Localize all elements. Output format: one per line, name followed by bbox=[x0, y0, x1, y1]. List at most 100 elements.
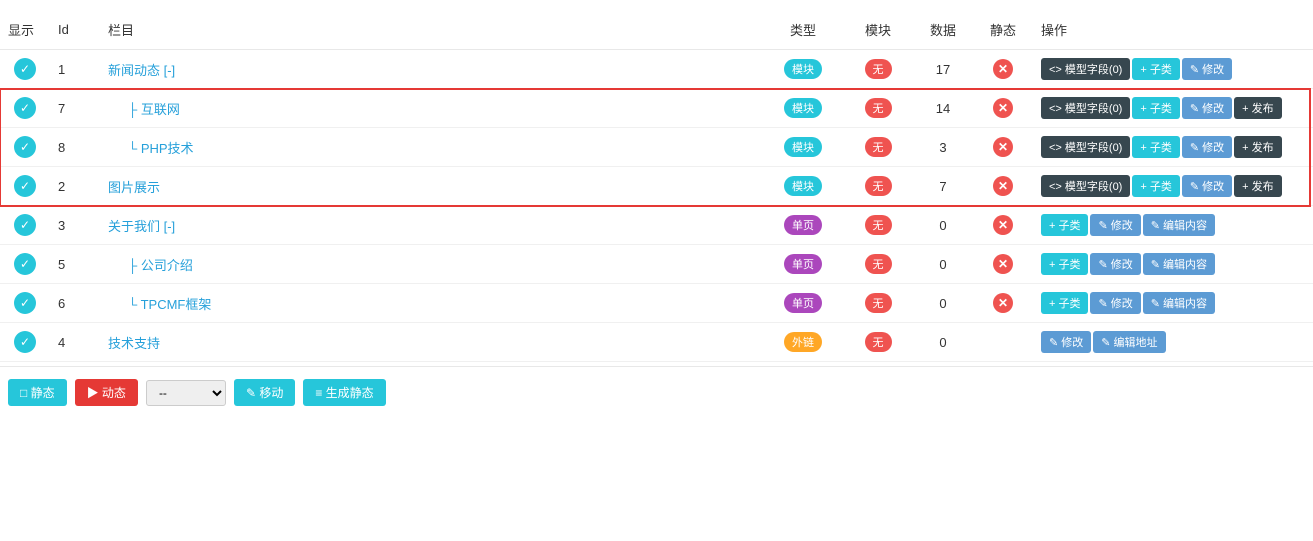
table-row: ✓4技术支持外链无0✎ 修改✎ 编辑地址 bbox=[0, 323, 1313, 362]
data-count: 0 bbox=[913, 284, 973, 323]
check-icon[interactable]: ✓ bbox=[14, 253, 36, 275]
type-badge: 单页 bbox=[784, 293, 822, 313]
static-x-icon[interactable]: ✕ bbox=[993, 98, 1013, 118]
action-btn-----[interactable]: ✎ 编辑内容 bbox=[1143, 253, 1215, 275]
static-button[interactable]: □ 静态 bbox=[8, 379, 67, 406]
action-cell: <> 模型字段(0)+ 子类✎ 修改+ 发布 bbox=[1033, 89, 1313, 128]
check-icon[interactable]: ✓ bbox=[14, 175, 36, 197]
module-badge: 无 bbox=[865, 215, 892, 235]
table-row: ✓ 8 └ PHP技术 模块 无 3 ✕ <> 模型字段(0)+ 子类✎ 修改+ 发布 bbox=[0, 128, 1313, 167]
type-badge: 模块 bbox=[784, 137, 822, 157]
action-btn-----[interactable]: ✎ 编辑内容 bbox=[1143, 292, 1215, 314]
column-name-link[interactable]: 关于我们 [-] bbox=[108, 219, 175, 234]
action-btn---[interactable]: ✎ 修改 bbox=[1182, 97, 1232, 119]
action-btn----[interactable]: + 子类 bbox=[1041, 214, 1088, 236]
type-badge: 单页 bbox=[784, 254, 822, 274]
header-id: Id bbox=[50, 10, 100, 50]
static-x-icon[interactable]: ✕ bbox=[993, 176, 1013, 196]
column-name-link[interactable]: ├ 互联网 bbox=[108, 102, 180, 117]
check-icon[interactable]: ✓ bbox=[14, 136, 36, 158]
column-name-link[interactable]: 技术支持 bbox=[108, 336, 160, 351]
check-icon[interactable]: ✓ bbox=[14, 331, 36, 353]
header-static: 静态 bbox=[973, 10, 1033, 50]
action-btn------0-[interactable]: <> 模型字段(0) bbox=[1041, 175, 1130, 197]
header-display: 显示 bbox=[0, 10, 50, 50]
action-btn----[interactable]: + 子类 bbox=[1041, 292, 1088, 314]
module-badge: 无 bbox=[865, 176, 892, 196]
check-icon[interactable]: ✓ bbox=[14, 292, 36, 314]
table-row: ✓1新闻动态 [-]模块无17✕<> 模型字段(0)+ 子类✎ 修改 bbox=[0, 50, 1313, 89]
check-icon[interactable]: ✓ bbox=[14, 214, 36, 236]
action-btn---[interactable]: ✎ 修改 bbox=[1090, 253, 1140, 275]
table-row: ✓ 5 ├ 公司介绍 单页 无 0 ✕ + 子类✎ 修改✎ 编辑内容 bbox=[0, 245, 1313, 284]
action-btn------0-[interactable]: <> 模型字段(0) bbox=[1041, 58, 1130, 80]
action-btn---[interactable]: ✎ 修改 bbox=[1182, 136, 1232, 158]
action-cell: <> 模型字段(0)+ 子类✎ 修改+ 发布 bbox=[1033, 128, 1313, 167]
action-btn---[interactable]: ✎ 修改 bbox=[1182, 175, 1232, 197]
action-cell: + 子类✎ 修改✎ 编辑内容 bbox=[1033, 245, 1313, 284]
action-btn----[interactable]: + 子类 bbox=[1041, 253, 1088, 275]
action-cell: + 子类✎ 修改✎ 编辑内容 bbox=[1033, 206, 1313, 245]
action-btn----[interactable]: + 发布 bbox=[1234, 136, 1281, 158]
static-x-icon[interactable]: ✕ bbox=[993, 137, 1013, 157]
check-icon[interactable]: ✓ bbox=[14, 58, 36, 80]
data-count: 7 bbox=[913, 167, 973, 206]
action-btn------0-[interactable]: <> 模型字段(0) bbox=[1041, 97, 1130, 119]
header-data: 数据 bbox=[913, 10, 973, 50]
static-x-icon[interactable]: ✕ bbox=[993, 215, 1013, 235]
action-btn----[interactable]: + 发布 bbox=[1234, 175, 1281, 197]
row-id: 2 bbox=[50, 167, 100, 206]
action-btn----[interactable]: + 子类 bbox=[1132, 136, 1179, 158]
type-badge: 模块 bbox=[784, 98, 822, 118]
action-btn------0-[interactable]: <> 模型字段(0) bbox=[1041, 136, 1130, 158]
table-row: ✓ 7 ├ 互联网 模块 无 14 ✕ <> 模型字段(0)+ 子类✎ 修改+ 发布 bbox=[0, 89, 1313, 128]
module-badge: 无 bbox=[865, 254, 892, 274]
static-x-icon[interactable]: ✕ bbox=[993, 59, 1013, 79]
data-count: 0 bbox=[913, 245, 973, 284]
action-btn---[interactable]: ✎ 修改 bbox=[1090, 214, 1140, 236]
static-x-icon[interactable]: ✕ bbox=[993, 293, 1013, 313]
check-icon[interactable]: ✓ bbox=[14, 97, 36, 119]
row-id: 7 bbox=[50, 89, 100, 128]
row-id: 3 bbox=[50, 206, 100, 245]
column-name-link[interactable]: └ TPCMF框架 bbox=[108, 297, 211, 312]
data-count: 3 bbox=[913, 128, 973, 167]
module-badge: 无 bbox=[865, 137, 892, 157]
generate-static-button[interactable]: ≡ 生成静态 bbox=[303, 379, 385, 406]
header-name: 栏目 bbox=[100, 10, 763, 50]
type-badge: 模块 bbox=[784, 176, 822, 196]
row-id: 5 bbox=[50, 245, 100, 284]
row-id: 8 bbox=[50, 128, 100, 167]
action-btn-----[interactable]: ✎ 编辑内容 bbox=[1143, 214, 1215, 236]
action-btn---[interactable]: ✎ 修改 bbox=[1041, 331, 1091, 353]
table-row: ✓3关于我们 [-]单页无0✕+ 子类✎ 修改✎ 编辑内容 bbox=[0, 206, 1313, 245]
footer-bar: □ 静态 ▶ 动态 -- ✎ 移动 ≡ 生成静态 bbox=[0, 366, 1313, 418]
column-name-link[interactable]: 图片展示 bbox=[108, 180, 160, 195]
move-select[interactable]: -- bbox=[146, 380, 226, 406]
header-module: 模块 bbox=[843, 10, 913, 50]
column-name-link[interactable]: ├ 公司介绍 bbox=[108, 258, 193, 273]
type-badge: 外链 bbox=[784, 332, 822, 352]
type-badge: 单页 bbox=[784, 215, 822, 235]
table-row: ✓6└ TPCMF框架单页无0✕+ 子类✎ 修改✎ 编辑内容 bbox=[0, 284, 1313, 323]
table-row: ✓ 2 图片展示 模块 无 7 ✕ <> 模型字段(0)+ 子类✎ 修改+ 发布 bbox=[0, 167, 1313, 206]
action-btn---[interactable]: ✎ 修改 bbox=[1182, 58, 1232, 80]
dynamic-button[interactable]: ▶ 动态 bbox=[75, 379, 138, 406]
action-btn-----[interactable]: ✎ 编辑地址 bbox=[1093, 331, 1165, 353]
column-name-link[interactable]: 新闻动态 [-] bbox=[108, 63, 175, 78]
action-btn----[interactable]: + 子类 bbox=[1132, 175, 1179, 197]
action-cell: + 子类✎ 修改✎ 编辑内容 bbox=[1033, 284, 1313, 323]
module-badge: 无 bbox=[865, 332, 892, 352]
column-name-link[interactable]: └ PHP技术 bbox=[108, 141, 194, 156]
static-x-icon[interactable]: ✕ bbox=[993, 254, 1013, 274]
data-count: 0 bbox=[913, 323, 973, 362]
action-btn----[interactable]: + 子类 bbox=[1132, 97, 1179, 119]
move-button[interactable]: ✎ 移动 bbox=[234, 379, 295, 406]
action-btn----[interactable]: + 子类 bbox=[1132, 58, 1179, 80]
action-cell: <> 模型字段(0)+ 子类✎ 修改+ 发布 bbox=[1033, 167, 1313, 206]
module-badge: 无 bbox=[865, 98, 892, 118]
module-badge: 无 bbox=[865, 293, 892, 313]
action-btn----[interactable]: + 发布 bbox=[1234, 97, 1281, 119]
action-btn---[interactable]: ✎ 修改 bbox=[1090, 292, 1140, 314]
data-count: 14 bbox=[913, 89, 973, 128]
